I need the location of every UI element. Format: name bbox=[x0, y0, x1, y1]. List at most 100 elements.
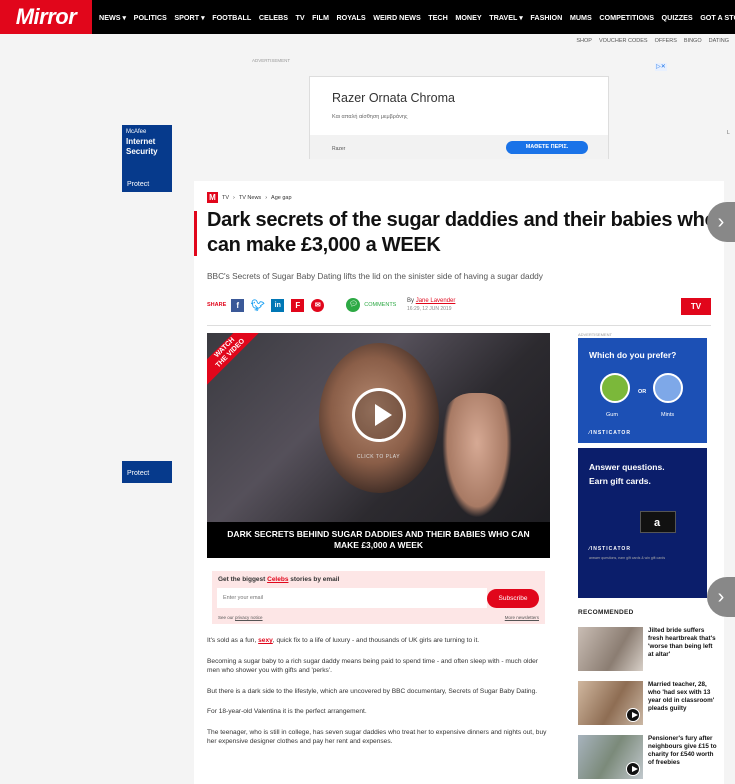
headline-accent-bar bbox=[194, 211, 197, 256]
comments-label: COMMENTS bbox=[364, 302, 397, 308]
poll-or: OR bbox=[638, 389, 647, 395]
mcafee-protect-button[interactable]: Protect bbox=[122, 461, 172, 483]
poll-option-gum[interactable]: Gum bbox=[606, 412, 618, 418]
recommended-item[interactable]: Jilted bride suffers fresh heartbreak th… bbox=[578, 627, 718, 671]
subnav-dating[interactable]: DATING bbox=[709, 38, 729, 44]
nav-item-football[interactable]: FOOTBALL bbox=[212, 13, 251, 22]
nav-item-weird-news[interactable]: WEIRD NEWS bbox=[373, 13, 421, 22]
nav-item-got-a-story[interactable]: GOT A STORY? bbox=[700, 13, 735, 22]
paragraph-text: , quick fix to a life of luxury - and th… bbox=[272, 637, 480, 644]
nav-item-celebs[interactable]: CELEBS bbox=[259, 13, 288, 22]
gift-heading-line-2: Earn gift cards. bbox=[589, 476, 651, 486]
insticator-logo: ⁄INSTICATOR bbox=[589, 430, 631, 436]
mirror-logo[interactable]: Mirror bbox=[0, 0, 92, 34]
gift-card-widget[interactable]: Answer questions. Earn gift cards. a ⁄IN… bbox=[578, 448, 707, 598]
nav-item-tv[interactable]: TV bbox=[295, 13, 304, 22]
breadcrumb-age-gap[interactable]: Age gap bbox=[271, 195, 292, 201]
mcafee-side-ad[interactable]: McAfee Internet Security Protect bbox=[122, 125, 172, 192]
nav-item-royals[interactable]: ROYALS bbox=[336, 13, 365, 22]
publish-date: 16:29, 12 JUN 2019 bbox=[407, 306, 452, 312]
section-tv-button[interactable]: TV bbox=[681, 298, 711, 315]
mirror-m-icon[interactable]: M bbox=[207, 192, 218, 203]
nav-item-fashion[interactable]: FASHION bbox=[530, 13, 562, 22]
main-nav: NEWS ▾ POLITICS SPORT ▾ FOOTBALL CELEBS … bbox=[99, 0, 735, 34]
click-to-play-label: CLICK TO PLAY bbox=[356, 454, 401, 460]
top-nav-bar: Mirror NEWS ▾ POLITICS SPORT ▾ FOOTBALL … bbox=[0, 0, 735, 34]
email-icon[interactable]: ✉ bbox=[311, 298, 325, 312]
watch-the-video-badge: WATCH THE VIDEO bbox=[207, 333, 270, 393]
nav-item-film[interactable]: FILM bbox=[312, 13, 329, 22]
play-icon[interactable] bbox=[352, 388, 406, 442]
video-caption: DARK SECRETS BEHIND SUGAR DADDIES AND TH… bbox=[207, 522, 550, 558]
facebook-icon[interactable]: f bbox=[231, 298, 245, 312]
nav-item-mums[interactable]: MUMS bbox=[570, 13, 592, 22]
subnav-bingo[interactable]: BINGO bbox=[684, 38, 702, 44]
gift-heading-line-1: Answer questions. bbox=[589, 462, 665, 472]
subscribe-button[interactable]: Subscribe bbox=[487, 589, 539, 608]
video-player[interactable]: WATCH THE VIDEO CLICK TO PLAY DARK SECRE… bbox=[207, 333, 550, 558]
breadcrumb: M TV › TV News › Age gap bbox=[207, 192, 292, 203]
poll-option-mints[interactable]: Mints bbox=[661, 412, 674, 418]
nav-item-travel[interactable]: TRAVEL ▾ bbox=[489, 13, 523, 22]
subnav-shop[interactable]: SHOP bbox=[576, 38, 592, 44]
video-play-icon bbox=[626, 762, 640, 776]
share-label: SHARE bbox=[207, 302, 227, 308]
nav-item-money[interactable]: MONEY bbox=[455, 13, 481, 22]
watch-line-1: WATCH bbox=[213, 336, 237, 360]
author-link[interactable]: Jane Lavender bbox=[416, 298, 456, 304]
mints-option-icon[interactable] bbox=[653, 373, 683, 403]
nav-item-politics[interactable]: POLITICS bbox=[134, 13, 167, 22]
breadcrumb-tv[interactable]: TV bbox=[222, 195, 229, 201]
newsletter-heading: Get the biggest Celebs stories by email bbox=[218, 576, 339, 583]
article-headline: Dark secrets of the sugar daddies and th… bbox=[207, 209, 717, 256]
ad-cta-button[interactable]: ΜΑΘΕΤΕ ΠΕΡΙΣ. bbox=[506, 141, 588, 154]
subnav-voucher-codes[interactable]: VOUCHER CODES bbox=[599, 38, 648, 44]
nav-item-sport[interactable]: SPORT ▾ bbox=[174, 13, 204, 22]
right-edge-fragment: L bbox=[727, 130, 730, 136]
comment-icon: 💬︎ bbox=[346, 298, 361, 312]
byline-by: By bbox=[407, 298, 415, 304]
share-bar: SHARE f 🐦︎ in F ✉ 💬︎ COMMENTS bbox=[207, 298, 396, 312]
poll-widget[interactable]: Which do you prefer? OR Gum Mints ⁄INSTI… bbox=[578, 338, 707, 443]
recommended-heading: RECOMMENDED bbox=[578, 609, 634, 616]
comments-link[interactable]: 💬︎ COMMENTS bbox=[346, 298, 396, 312]
newsletter-celebs-link[interactable]: Celebs bbox=[267, 576, 288, 583]
nav-item-quizzes[interactable]: QUIZZES bbox=[662, 13, 693, 22]
ad-choices-icon[interactable]: ▷✕ bbox=[655, 63, 667, 71]
flipboard-icon[interactable]: F bbox=[291, 298, 305, 312]
paragraph: But there is a dark side to the lifestyl… bbox=[207, 687, 538, 695]
mcafee-cta[interactable]: Protect bbox=[127, 181, 149, 188]
ad-label: ADVERTISEMENT bbox=[252, 58, 291, 63]
amazon-letter: a bbox=[654, 517, 661, 529]
more-newsletters-link[interactable]: More newsletters bbox=[505, 615, 539, 620]
recommended-item[interactable]: Married teacher, 28, who 'had sex with 1… bbox=[578, 681, 718, 725]
ad-brand: Razer bbox=[332, 146, 346, 152]
recommended-title: Jilted bride suffers fresh heartbreak th… bbox=[648, 627, 716, 658]
breadcrumb-tv-news[interactable]: TV News bbox=[239, 195, 261, 201]
twitter-icon[interactable]: 🐦︎ bbox=[251, 298, 265, 312]
gum-option-icon[interactable] bbox=[600, 373, 630, 403]
recommended-title: Married teacher, 28, who 'had sex with 1… bbox=[648, 681, 715, 712]
byline: By Jane Lavender 16:29, 12 JUN 2019 bbox=[407, 298, 455, 312]
paragraph: Becoming a sugar baby to a rich sugar da… bbox=[207, 657, 538, 675]
newsletter-heading-pre: Get the biggest bbox=[218, 576, 266, 583]
recommended-item[interactable]: Pensioner's fury after neighbours give £… bbox=[578, 735, 718, 779]
article-container: M TV › TV News › Age gap Dark secrets of… bbox=[194, 181, 724, 784]
article-body: It's sold as a fun, sexy, quick fix to a… bbox=[207, 636, 552, 758]
breadcrumb-separator-icon: › bbox=[233, 194, 235, 201]
privacy-notice-link[interactable]: privacy notice bbox=[235, 615, 263, 620]
sexy-link[interactable]: sexy bbox=[258, 637, 273, 644]
email-input[interactable] bbox=[217, 588, 487, 608]
nav-item-news[interactable]: NEWS ▾ bbox=[99, 13, 126, 22]
nav-item-competitions[interactable]: COMPETITIONS bbox=[599, 13, 654, 22]
ad-subtitle: Και απαλή αίσθηση μεμβράνης bbox=[332, 114, 408, 120]
breadcrumb-separator-icon: › bbox=[265, 194, 268, 201]
subnav-offers[interactable]: OFFERS bbox=[655, 38, 677, 44]
poll-question: Which do you prefer? bbox=[589, 350, 677, 360]
gift-card-heading: Answer questions. Earn gift cards. bbox=[589, 460, 665, 488]
nav-item-tech[interactable]: TECH bbox=[428, 13, 448, 22]
linkedin-icon[interactable]: in bbox=[271, 298, 285, 312]
top-banner-ad[interactable]: Razer Ornata Chroma Και απαλή αίσθηση με… bbox=[309, 76, 609, 159]
paragraph: For 18-year-old Valentina it is the perf… bbox=[207, 708, 367, 715]
divider bbox=[207, 325, 711, 326]
